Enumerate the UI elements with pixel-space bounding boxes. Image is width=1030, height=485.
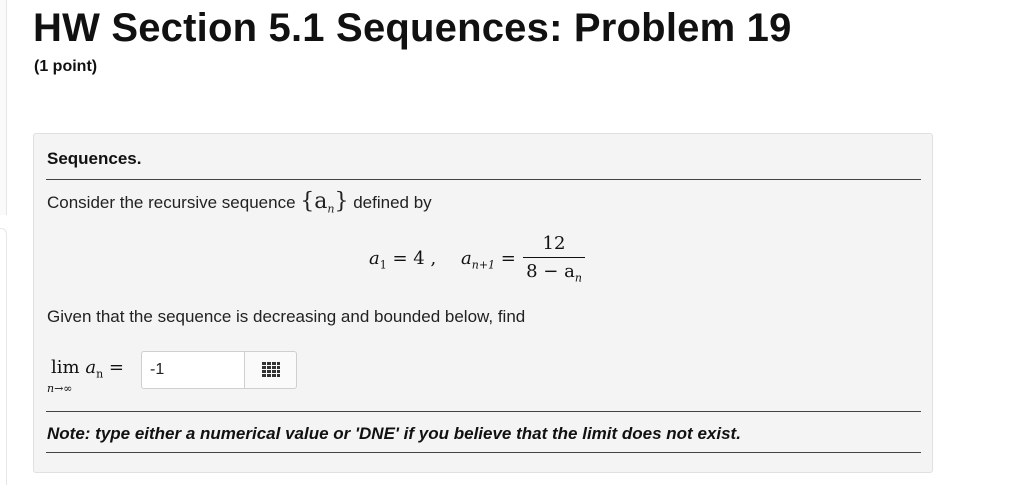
limit-expression: lim an = xyxy=(51,357,124,381)
sequence-close: } xyxy=(334,189,349,214)
divider xyxy=(46,452,921,453)
fraction-numerator: 12 xyxy=(542,233,566,254)
fraction: 12 8 − an xyxy=(519,231,589,286)
note-text: Note: type either a numerical value or '… xyxy=(47,424,741,443)
initial-term-subscript: 1 xyxy=(379,258,387,272)
divider xyxy=(46,411,921,412)
grid-icon xyxy=(261,362,280,377)
page: HW Section 5.1 Sequences: Problem 19 (1 … xyxy=(0,0,1030,485)
given-text: Given that the sequence is decreasing an… xyxy=(47,307,526,326)
intro-text-after: defined by xyxy=(353,193,432,212)
problem-points: (1 point) xyxy=(34,58,98,75)
divider xyxy=(46,179,921,180)
limit-equals: = xyxy=(108,357,124,378)
initial-term-symbol: a xyxy=(369,248,380,269)
equals-sign: = xyxy=(500,248,516,269)
sequence-open: {a xyxy=(300,189,328,214)
sequence-symbol: {an} xyxy=(300,189,348,215)
recursive-term-symbol: a xyxy=(461,248,472,269)
limit-term-subscript: n xyxy=(96,367,104,381)
intro-text-before: Consider the recursive sequence xyxy=(47,193,296,212)
left-sidebar-edge xyxy=(0,0,7,215)
denominator-subscript: n xyxy=(574,271,582,285)
left-sidebar-edge-lower xyxy=(0,228,7,485)
limit-subscript: n→∞ xyxy=(47,382,73,395)
recursive-term: an+1 = xyxy=(461,248,516,272)
page-title: HW Section 5.1 Sequences: Problem 19 xyxy=(33,6,792,50)
section-heading: Sequences. xyxy=(47,149,142,168)
intro-text: Consider the recursive sequence {an} def… xyxy=(47,189,432,215)
answer-input[interactable] xyxy=(141,351,245,389)
matrix-input-button[interactable] xyxy=(245,351,297,389)
initial-term-value: = 4 , xyxy=(392,248,437,269)
limit-term: a xyxy=(85,357,97,378)
fraction-denominator: 8 − an xyxy=(519,258,589,286)
problem-box: Sequences. Consider the recursive sequen… xyxy=(33,133,933,473)
initial-term: a1 = 4 , xyxy=(369,248,436,272)
denominator-text: 8 − a xyxy=(526,261,575,282)
limit-operator: lim xyxy=(51,357,80,378)
recursive-term-subscript: n+1 xyxy=(471,258,496,272)
